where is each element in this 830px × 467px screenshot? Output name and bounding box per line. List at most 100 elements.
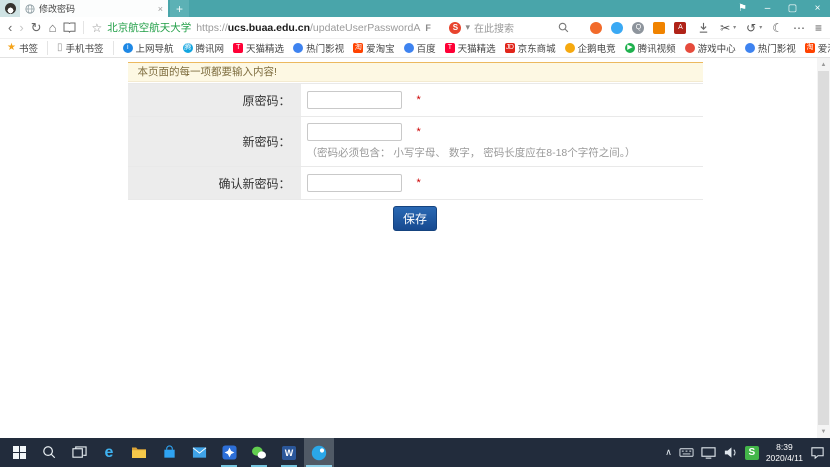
- clock-time: 8:39: [766, 442, 803, 453]
- file-explorer-button[interactable]: [124, 438, 154, 467]
- search-box[interactable]: S ▾ 在此搜索: [449, 20, 569, 35]
- verified-site-name: 北京航空航天大学: [107, 20, 191, 35]
- scrollbar-thumb[interactable]: [818, 71, 829, 425]
- night-mode-moon-icon[interactable]: ☾: [772, 21, 783, 35]
- sogou-browser-button[interactable]: [304, 438, 334, 467]
- confirm-password-input[interactable]: [307, 174, 402, 192]
- new-password-input[interactable]: [307, 123, 402, 141]
- microsoft-store-button[interactable]: [154, 438, 184, 467]
- url-text: https://ucs.buaa.edu.cn/updateUserPasswo…: [196, 22, 420, 34]
- bookmark-item[interactable]: T 天猫精选: [445, 41, 496, 55]
- form-row: 新密码： * （密码必须包含： 小写字母、 数字， 密码长度应在8-18个字符之…: [128, 116, 703, 166]
- extension-icon[interactable]: A: [674, 22, 686, 34]
- bookmark-item[interactable]: T 天猫精选: [233, 41, 284, 55]
- url-scheme: https://: [196, 22, 228, 34]
- action-center-icon[interactable]: [810, 445, 825, 460]
- bookmark-item[interactable]: 游戏中心: [685, 41, 736, 55]
- bookmark-label: 爱淘宝: [818, 41, 830, 55]
- taskbar-search-button[interactable]: [34, 438, 64, 467]
- theme-flag-icon[interactable]: ⚑: [730, 0, 755, 17]
- taskbar-clock[interactable]: 8:39 2020/4/11: [766, 442, 803, 463]
- minimize-button[interactable]: –: [755, 0, 780, 17]
- new-tab-button[interactable]: +: [170, 0, 189, 17]
- search-magnifier-icon[interactable]: [558, 22, 569, 33]
- search-placeholder[interactable]: 在此搜索: [474, 20, 554, 35]
- bookmark-item[interactable]: 百度: [404, 41, 436, 55]
- tab-favicon-globe-icon: [25, 4, 35, 14]
- tab-close-icon[interactable]: ×: [158, 4, 163, 14]
- refresh-button[interactable]: ↻: [31, 21, 42, 34]
- required-asterisk: *: [417, 126, 421, 138]
- user-avatar[interactable]: [0, 0, 20, 17]
- word-icon: W: [282, 446, 296, 460]
- bookmark-icon: 淘: [805, 43, 815, 53]
- bookmark-icon: ★: [7, 43, 16, 53]
- extension-icons: Q A: [590, 22, 686, 34]
- flash-plugin-icon[interactable]: F: [425, 23, 431, 33]
- browser-tab[interactable]: 修改密码 ×: [20, 0, 168, 17]
- more-options-icon[interactable]: ⋯: [793, 21, 805, 35]
- avatar-icon: [5, 3, 16, 14]
- tray-chevron-up-icon[interactable]: ∧: [665, 447, 672, 458]
- download-icon[interactable]: [697, 21, 710, 34]
- display-projection-icon[interactable]: [701, 445, 716, 460]
- form-row: 原密码： *: [128, 83, 703, 116]
- page-viewport: 本页面的每一项都要输入内容! 原密码： * 新密码：: [0, 58, 830, 438]
- old-password-input[interactable]: [307, 91, 402, 109]
- bookmark-item[interactable]: 腾 腾讯网: [183, 41, 225, 55]
- compat-mode-icon[interactable]: [436, 23, 437, 32]
- screenshot-scissors-icon[interactable]: ✂: [720, 21, 730, 35]
- bookmark-item[interactable]: ▶ 腾讯视频: [625, 41, 676, 55]
- reading-list-icon[interactable]: [63, 22, 76, 33]
- required-asterisk: *: [417, 177, 421, 189]
- bookmark-label: 手机书签: [66, 41, 104, 55]
- mail-app-button[interactable]: [184, 438, 214, 467]
- bookmark-item[interactable]: 热门影视: [293, 41, 344, 55]
- wechat-icon: [251, 445, 267, 460]
- start-button[interactable]: [4, 438, 34, 467]
- bookmark-item[interactable]: 淘 爱淘宝: [805, 41, 830, 55]
- clock-date: 2020/4/11: [766, 453, 803, 464]
- bookmark-item[interactable]: 企鹅电竞: [565, 41, 616, 55]
- close-button[interactable]: ×: [805, 0, 830, 17]
- address-bar[interactable]: ☆ 北京航空航天大学 https://ucs.buaa.edu.cn/updat…: [91, 20, 436, 35]
- bookmark-icon: JD: [505, 43, 515, 53]
- bookmark-item[interactable]: i 上网导航: [123, 41, 174, 55]
- sogou-ime-icon[interactable]: S: [745, 446, 759, 460]
- blue-bird-app-button[interactable]: [214, 438, 244, 467]
- bookmark-item[interactable]: 淘 爱淘宝: [353, 41, 395, 55]
- sogou-engine-icon[interactable]: S: [449, 22, 461, 34]
- extension-icon[interactable]: [653, 22, 665, 34]
- bookmark-item[interactable]: 热门影视: [745, 41, 796, 55]
- bookmark-item[interactable]: ▯ 手机书签: [57, 41, 114, 55]
- extension-icon[interactable]: [590, 22, 602, 34]
- keyboard-ime-icon[interactable]: [679, 445, 694, 460]
- maximize-button[interactable]: ▢: [780, 0, 805, 17]
- wechat-app-button[interactable]: [244, 438, 274, 467]
- home-button[interactable]: ⌂: [49, 21, 57, 34]
- undo-caret-icon[interactable]: ▾: [759, 24, 762, 31]
- task-view-button[interactable]: [64, 438, 94, 467]
- speaker-volume-icon[interactable]: [723, 445, 738, 460]
- edge-app-button[interactable]: e: [94, 438, 124, 467]
- bookmark-item[interactable]: JD 京东商城: [505, 41, 556, 55]
- bookmark-label: 爱淘宝: [366, 41, 395, 55]
- bookmark-star-icon[interactable]: ☆: [91, 21, 102, 35]
- page-scrollbar[interactable]: ▲ ▼: [817, 58, 830, 438]
- forward-button[interactable]: ›: [19, 21, 23, 34]
- scrollbar-down-arrow-icon[interactable]: ▼: [817, 425, 830, 438]
- save-button[interactable]: 保存: [393, 206, 437, 231]
- windows-taskbar: e W: [0, 438, 830, 467]
- extension-icon[interactable]: [611, 22, 623, 34]
- word-app-button[interactable]: W: [274, 438, 304, 467]
- bookmark-item[interactable]: ★ 书签: [7, 41, 48, 55]
- engine-caret-icon[interactable]: ▾: [465, 22, 470, 33]
- back-button[interactable]: ‹: [8, 21, 12, 34]
- menu-icon[interactable]: ≡: [815, 21, 822, 35]
- task-view-icon: [72, 445, 87, 460]
- extension-icon[interactable]: Q: [632, 22, 644, 34]
- undo-recover-icon[interactable]: ↺: [746, 21, 756, 35]
- browser-toolbar: ‹ › ↻ ⌂ ☆ 北京航空航天大学 https://ucs.buaa.edu.…: [0, 17, 830, 39]
- scrollbar-up-arrow-icon[interactable]: ▲: [817, 58, 830, 71]
- scissors-caret-icon[interactable]: ▾: [733, 24, 736, 31]
